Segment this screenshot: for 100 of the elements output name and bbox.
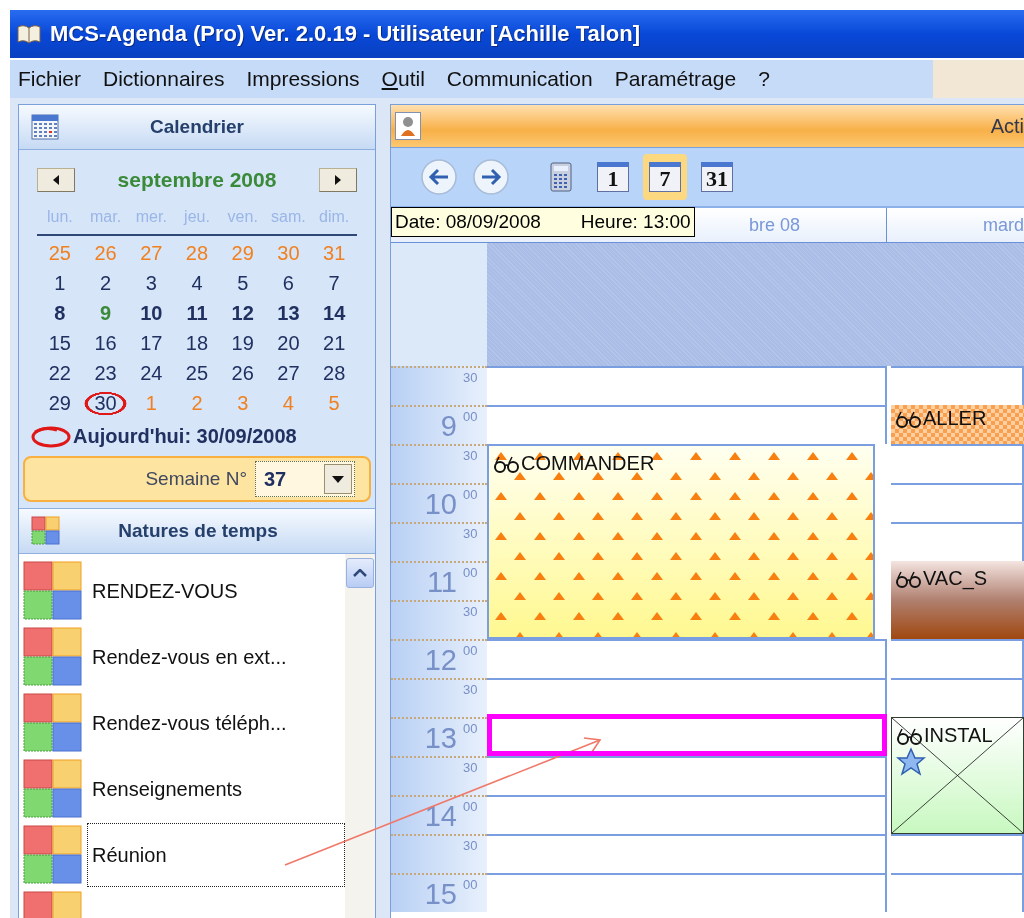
appointment[interactable]: INSTAL <box>891 717 1024 834</box>
menu-item[interactable]: Fichier <box>10 67 89 91</box>
time-slot[interactable] <box>487 678 887 717</box>
calendar-day[interactable]: 13 <box>265 298 312 328</box>
left-arrow-icon <box>53 175 59 185</box>
calendar-day[interactable]: 17 <box>128 328 175 358</box>
calendar-day[interactable]: 22 <box>37 358 83 388</box>
calendar-view-button[interactable]: 7 <box>643 154 687 200</box>
time-type-item[interactable]: Rendez-vous téléph... <box>87 691 345 755</box>
time-slot[interactable] <box>891 444 1024 483</box>
time-slot[interactable] <box>487 756 887 795</box>
weekday-label: dim. <box>311 208 357 236</box>
today-marker-icon <box>31 424 71 448</box>
menu-item[interactable]: Outil <box>373 67 433 91</box>
selected-time-slot[interactable] <box>487 714 887 756</box>
minute-label: 30 <box>463 370 479 385</box>
calendar-day[interactable]: 27 <box>265 358 312 388</box>
minute-label: 30 <box>463 526 479 541</box>
calendar-day[interactable]: 10 <box>128 298 175 328</box>
minute-label: 30 <box>463 604 479 619</box>
up-caret-icon <box>353 569 367 577</box>
appointment[interactable]: ALLER <box>891 405 1024 444</box>
time-slot[interactable] <box>891 483 1024 522</box>
hour-label: 12 <box>424 646 457 675</box>
calendar-day[interactable]: 4 <box>174 268 220 298</box>
time-type-item[interactable]: Renseignements <box>87 757 345 821</box>
time-type-item[interactable]: RENDEZ-VOUS <box>87 559 345 623</box>
previous-month-button[interactable] <box>37 168 75 192</box>
calendar-day[interactable]: 23 <box>82 358 129 388</box>
hour-label: 9 <box>440 412 457 441</box>
time-slot[interactable] <box>891 639 1024 678</box>
weekday-label: ven. <box>219 208 266 236</box>
scroll-up-button[interactable] <box>346 558 374 588</box>
calendar-day[interactable]: 3 <box>128 268 175 298</box>
calendar-day[interactable]: 11 <box>174 298 220 328</box>
glasses-icon <box>896 726 922 745</box>
weekday-label: lun. <box>37 208 83 236</box>
menu-item[interactable]: ? <box>750 67 778 91</box>
menu-item[interactable]: Paramétrage <box>606 67 745 91</box>
colored-squares-icon <box>23 561 83 621</box>
calendar-day[interactable]: 2 <box>82 268 129 298</box>
minute-label: 30 <box>463 760 479 775</box>
weekday-label: mar. <box>82 208 129 236</box>
calendar-day[interactable]: 8 <box>37 298 83 328</box>
calendar-day[interactable]: 5 <box>219 268 266 298</box>
calendar-day[interactable]: 1 <box>37 268 83 298</box>
minute-label: 00 <box>463 409 479 424</box>
calendar-day[interactable]: 26 <box>219 358 266 388</box>
calendar-day[interactable]: 14 <box>311 298 357 328</box>
appointment[interactable]: VAC_S <box>891 561 1024 639</box>
calendar-day[interactable]: 16 <box>82 328 129 358</box>
colored-squares-icon <box>23 627 83 687</box>
time-type-item[interactable]: Rendez-vous en ext... <box>87 625 345 689</box>
calendar-day[interactable]: 20 <box>265 328 312 358</box>
calendar-day[interactable]: 12 <box>219 298 266 328</box>
calendar-day[interactable]: 21 <box>311 328 357 358</box>
menu-item[interactable]: Impressions <box>238 67 368 91</box>
hour-label: 14 <box>424 802 457 831</box>
menu-item[interactable]: Communication <box>438 67 601 91</box>
month-title: septembre 2008 <box>117 168 277 192</box>
time-slot[interactable] <box>487 873 887 912</box>
minute-label: 30 <box>463 838 479 853</box>
time-slot[interactable] <box>891 834 1024 873</box>
minute-label: 00 <box>463 799 479 814</box>
calendar-day[interactable]: 19 <box>219 328 266 358</box>
calendar-day[interactable]: 6 <box>265 268 312 298</box>
person-icon <box>400 116 416 136</box>
time-slot[interactable] <box>487 366 887 405</box>
week-number-dropdown[interactable]: 37 <box>255 461 355 497</box>
time-slot[interactable] <box>891 873 1024 912</box>
appointment-title: VAC_S <box>923 567 988 590</box>
time-slot[interactable] <box>487 834 887 873</box>
weekday-label: mer. <box>128 208 175 236</box>
book-icon <box>16 23 42 45</box>
appointment[interactable]: COMMANDER <box>487 444 875 639</box>
time-slot[interactable] <box>487 795 887 834</box>
hour-label: 10 <box>424 490 457 519</box>
calendar-day[interactable]: 7 <box>311 268 357 298</box>
appointment-title: COMMANDER <box>521 452 655 475</box>
glasses-icon <box>895 409 921 428</box>
weekday-label: sam. <box>265 208 312 236</box>
panel-title: Calendrier <box>149 116 245 138</box>
hour-label: 13 <box>424 724 457 753</box>
calendar-day[interactable]: 25 <box>174 358 220 388</box>
today-date[interactable]: Aujourd'hui: 30/09/2008 <box>73 424 297 448</box>
calendar-view-button[interactable]: 31 <box>695 154 739 200</box>
calendar-day[interactable]: 28 <box>311 358 357 388</box>
appointment-title: ALLER <box>923 407 987 430</box>
colored-squares-icon <box>31 516 61 546</box>
next-month-button[interactable] <box>319 168 357 192</box>
menu-item[interactable]: Dictionnaires <box>95 67 233 91</box>
week-number-label: Semaine N° <box>145 468 247 490</box>
calendar-day[interactable]: 15 <box>37 328 83 358</box>
calendar-view-button[interactable]: 1 <box>591 154 635 200</box>
calendar-day[interactable]: 24 <box>128 358 175 388</box>
time-slot[interactable] <box>487 639 887 678</box>
calendar-day[interactable]: 29 <box>37 388 83 418</box>
glasses-icon <box>493 454 519 473</box>
weekday-label: jeu. <box>174 208 220 236</box>
calendar-day[interactable]: 18 <box>174 328 220 358</box>
